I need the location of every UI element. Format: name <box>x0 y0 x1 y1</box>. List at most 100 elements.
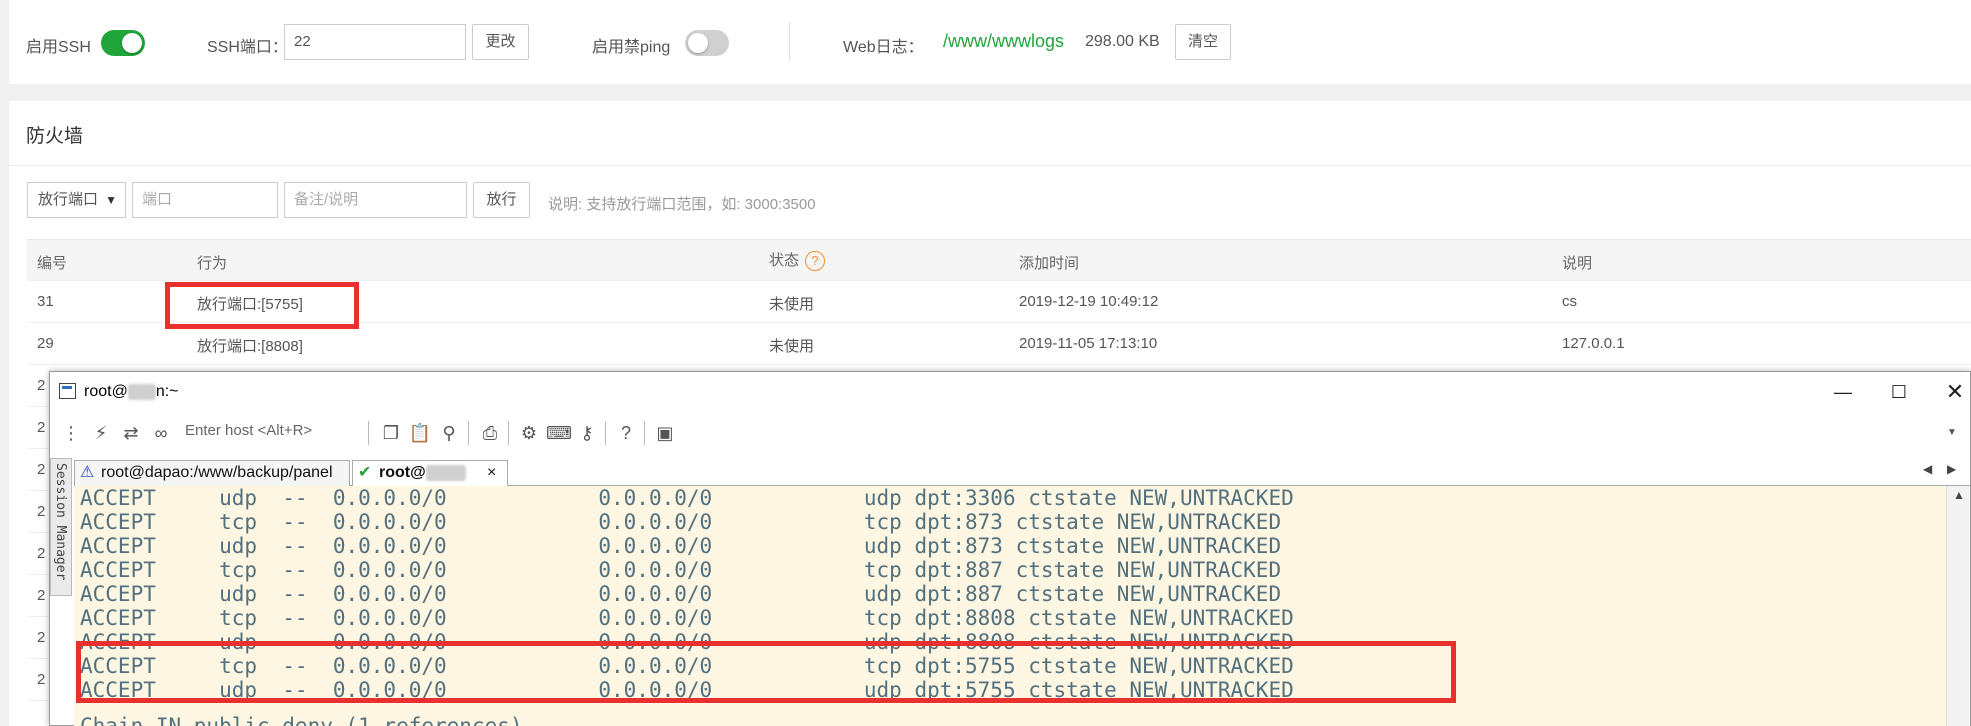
change-port-button[interactable]: 更改 <box>472 24 529 60</box>
image-icon[interactable]: ▣ <box>653 421 677 445</box>
row-id: 2 <box>37 419 46 436</box>
col-status: 状态? <box>769 249 826 272</box>
help-icon[interactable]: ? <box>805 251 826 272</box>
terminal-app-icon <box>59 383 76 399</box>
port-range-hint: 说明: 支持放行端口范围，如: 3000:3500 <box>548 196 816 213</box>
row-added: 2019-11-05 17:13:10 <box>1019 335 1158 352</box>
port-input[interactable]: 端口 <box>132 182 278 218</box>
rule-type-select[interactable]: 放行端口 ▼ <box>27 182 126 218</box>
chevron-down-icon[interactable]: ▼ <box>1940 421 1964 445</box>
divider <box>468 421 469 445</box>
divider <box>644 421 645 445</box>
session-manager-label: Session Manager <box>53 463 68 581</box>
lightning-icon[interactable]: ⚡ <box>89 421 113 445</box>
divider <box>789 22 790 62</box>
highlight-box <box>165 282 359 329</box>
copy-icon[interactable]: ❐ <box>379 421 403 445</box>
tab-label: root@dapao:/www/backup/panel <box>101 464 333 481</box>
close-icon[interactable]: ✕ <box>1932 376 1971 408</box>
toggle-knob <box>688 33 708 53</box>
allow-port-button[interactable]: 放行 <box>473 182 530 218</box>
divider <box>368 421 369 445</box>
terminal-titlebar: root@ n:~ — ☐ ✕ <box>50 372 1970 412</box>
scroll-up-icon[interactable]: ▲ <box>1953 488 1965 502</box>
ssh-port-label: SSH端口： <box>207 39 288 56</box>
rule-type-value: 放行端口 <box>38 191 99 208</box>
paste-icon[interactable]: 📋 <box>408 421 432 445</box>
tree-icon[interactable]: ⋮ <box>59 421 83 445</box>
row-added: 2019-12-19 10:49:12 <box>1019 293 1159 310</box>
terminal-title: root@ n:~ <box>84 383 179 401</box>
col-action: 行为 <box>197 255 228 272</box>
row-action: 放行端口:[8808] <box>197 338 303 355</box>
enable-ssh-label: 启用SSH <box>26 39 91 56</box>
row-id: 29 <box>37 335 54 352</box>
tab-label: root@ <box>379 464 426 481</box>
terminal-line: ACCEPT tcp -- 0.0.0.0/0 0.0.0.0/0 tcp dp… <box>80 606 1294 630</box>
settings-icon[interactable]: ⚙ <box>517 421 541 445</box>
terminal-tab-bar: ⚠ root@dapao:/www/backup/panel ✔ root@ × <box>74 458 1970 486</box>
maximize-icon[interactable]: ☐ <box>1876 376 1922 408</box>
tab-dapao-panel[interactable]: ⚠ root@dapao:/www/backup/panel <box>74 460 350 486</box>
enable-ssh-toggle[interactable] <box>101 30 145 56</box>
caret-down-icon: ▼ <box>105 193 117 207</box>
terminal-line: ACCEPT udp -- 0.0.0.0/0 0.0.0.0/0 udp dp… <box>80 486 1294 510</box>
terminal-toolbar: ⋮ ⚡ ⇄ ∞ Enter host <Alt+R> ❐ 📋 ⚲ ⎙ ⚙ ⌨ ⚷… <box>50 412 1970 452</box>
clear-log-button[interactable]: 清空 <box>1175 24 1231 60</box>
row-id: 2 <box>37 503 46 520</box>
terminal-scrollbar[interactable]: ▲ <box>1946 486 1970 726</box>
redacted-host <box>127 383 156 400</box>
row-id: 2 <box>37 461 46 478</box>
toggle-knob <box>122 33 142 53</box>
weblog-label: Web日志： <box>843 39 924 56</box>
weblog-size: 298.00 KB <box>1085 33 1160 50</box>
weblog-path-link[interactable]: /www/wwwlogs <box>943 31 1064 52</box>
session-manager-tab[interactable]: Session Manager <box>50 458 72 596</box>
key-icon[interactable]: ⚷ <box>575 421 599 445</box>
row-id: 2 <box>37 545 46 562</box>
title-suffix: n:~ <box>155 383 179 400</box>
note-input[interactable]: 备注/说明 <box>284 182 467 218</box>
col-id: 编号 <box>37 255 68 272</box>
terminal-line: ACCEPT tcp -- 0.0.0.0/0 0.0.0.0/0 tcp dp… <box>80 558 1282 582</box>
ssh-port-input[interactable]: 22 <box>284 24 466 60</box>
print-icon[interactable]: ⎙ <box>478 421 502 445</box>
row-id: 2 <box>37 587 46 604</box>
divider <box>9 165 1971 166</box>
terminal-line: ACCEPT udp -- 0.0.0.0/0 0.0.0.0/0 udp dp… <box>80 582 1282 606</box>
disable-ping-toggle[interactable] <box>685 30 729 56</box>
find-icon[interactable]: ⚲ <box>437 421 461 445</box>
row-note: cs <box>1562 293 1577 310</box>
col-note: 说明 <box>1562 255 1593 272</box>
firewall-title: 防火墙 <box>26 126 84 147</box>
divider <box>508 421 509 445</box>
table-row: 29 放行端口:[8808] 未使用 2019-11-05 17:13:10 1… <box>27 323 1971 365</box>
keyboard-icon[interactable]: ⌨ <box>546 421 572 445</box>
reconnect-icon[interactable]: ⇄ <box>119 421 143 445</box>
tab-next-icon[interactable]: ▶ <box>1947 462 1956 476</box>
tab-close-icon[interactable]: × <box>487 461 496 485</box>
terminal-line: ACCEPT tcp -- 0.0.0.0/0 0.0.0.0/0 tcp dp… <box>80 510 1282 534</box>
row-note: 127.0.0.1 <box>1562 335 1625 352</box>
row-id: 2 <box>37 629 46 646</box>
redacted-host <box>425 464 466 481</box>
minimize-icon[interactable]: — <box>1820 376 1866 408</box>
help-icon[interactable]: ? <box>614 421 638 445</box>
col-added: 添加时间 <box>1019 255 1080 272</box>
row-id: 2 <box>37 377 46 394</box>
row-status: 未使用 <box>769 296 815 313</box>
terminal-line: Chain IN_public_deny (1 references) <box>80 714 523 726</box>
tab-prev-icon[interactable]: ◀ <box>1923 462 1932 476</box>
row-id: 31 <box>37 293 54 310</box>
tab-current-host[interactable]: ✔ root@ × <box>352 460 508 486</box>
terminal-line: ACCEPT udp -- 0.0.0.0/0 0.0.0.0/0 udp dp… <box>80 534 1282 558</box>
row-id: 2 <box>37 671 46 688</box>
link-icon[interactable]: ∞ <box>149 421 173 445</box>
highlight-box <box>76 641 1456 703</box>
host-input[interactable]: Enter host <Alt+R> <box>185 422 312 439</box>
table-header: 编号 行为 状态? 添加时间 说明 <box>27 239 1971 281</box>
col-status-label: 状态 <box>769 252 800 269</box>
divider <box>605 421 606 445</box>
warning-icon: ⚠ <box>80 464 95 481</box>
ssh-settings-panel: 启用SSH SSH端口： 22 更改 启用禁ping Web日志： /www/w… <box>9 0 1971 84</box>
